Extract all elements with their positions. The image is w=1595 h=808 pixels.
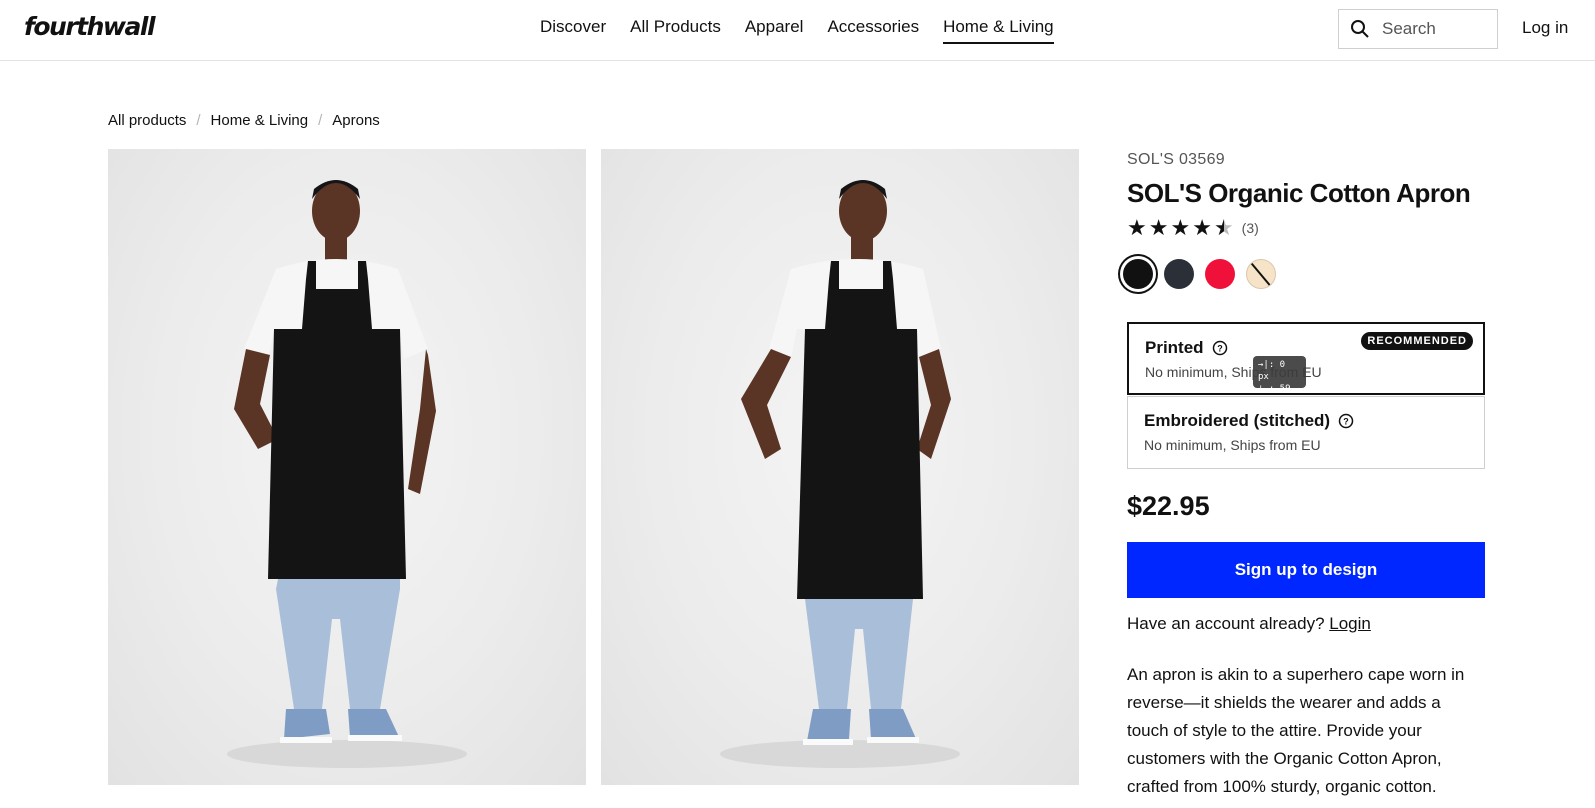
swatch-red[interactable] — [1205, 259, 1235, 289]
apron-model-illustration — [227, 180, 467, 768]
nav-accessories[interactable]: Accessories — [827, 17, 919, 44]
site-header: fourthwall Discover All Products Apparel… — [0, 0, 1595, 61]
breadcrumb-separator: / — [196, 112, 201, 129]
star-full-icon: ★ — [1170, 215, 1191, 240]
account-prompt: Have an account already? Login — [1127, 614, 1371, 633]
product-description: An apron is akin to a superhero cape wor… — [1127, 665, 1465, 796]
help-circle-icon[interactable]: ? — [1338, 413, 1354, 429]
sign-up-to-design-button[interactable]: Sign up to design — [1127, 542, 1485, 598]
measurement-tooltip: →|: 0 px ⊥ : 59 px — [1253, 356, 1306, 406]
breadcrumb-home-living[interactable]: Home & Living — [211, 112, 309, 129]
breadcrumb-all-products[interactable]: All products — [108, 112, 186, 129]
rating-count[interactable]: (3) — [1242, 220, 1259, 236]
product-rating[interactable]: ★ ★ ★ ★ ★ (3) — [1127, 217, 1259, 239]
star-full-icon: ★ — [1148, 215, 1169, 240]
apron-model-illustration — [720, 180, 960, 768]
nav-apparel[interactable]: Apparel — [745, 17, 804, 44]
option-label: Printed ? — [1145, 338, 1228, 358]
breadcrumb-separator: / — [318, 112, 323, 129]
tooltip-line: →|: 0 px — [1258, 360, 1286, 382]
star-full-icon: ★ — [1127, 215, 1147, 240]
product-image-front[interactable] — [108, 149, 586, 785]
nav-discover[interactable]: Discover — [540, 17, 606, 44]
product-image-side[interactable] — [601, 149, 1079, 785]
svg-text:?: ? — [1217, 344, 1223, 354]
fourthwall-logo[interactable]: fourthwall — [24, 12, 156, 41]
nav-all-products[interactable]: All Products — [630, 17, 721, 44]
help-circle-icon[interactable]: ? — [1212, 340, 1228, 356]
product-sku: SOL'S 03569 — [1127, 151, 1225, 168]
option-label: Embroidered (stitched) ? — [1144, 411, 1354, 431]
svg-text:?: ? — [1343, 417, 1349, 427]
search-icon — [1351, 20, 1369, 38]
option-description: No minimum, Ships from EU — [1144, 437, 1321, 453]
search-input[interactable] — [1382, 19, 1492, 39]
swatch-navy[interactable] — [1164, 259, 1194, 289]
login-link-inline[interactable]: Login — [1329, 614, 1371, 633]
search-box[interactable] — [1338, 9, 1498, 49]
swatch-natural-unavailable[interactable] — [1246, 259, 1276, 289]
star-full-icon: ★ — [1192, 215, 1212, 240]
swatch-black[interactable] — [1123, 259, 1153, 289]
product-title: SOL'S Organic Cotton Apron — [1127, 178, 1471, 208]
option-embroidered[interactable]: Embroidered (stitched) ? No minimum, Shi… — [1127, 396, 1485, 469]
breadcrumb-aprons: Aprons — [332, 112, 380, 129]
product-price: $22.95 — [1127, 491, 1210, 521]
color-swatches — [1123, 259, 1276, 289]
breadcrumb: All products / Home & Living / Aprons — [108, 112, 380, 129]
main-nav: Discover All Products Apparel Accessorie… — [540, 17, 1054, 44]
option-printed[interactable]: Printed ? No minimum, Ships from EU RECO… — [1127, 322, 1485, 395]
tooltip-line: ⊥ : 59 px — [1258, 384, 1291, 406]
star-half-icon: ★ — [1213, 215, 1234, 240]
nav-home-living[interactable]: Home & Living — [943, 17, 1054, 44]
recommended-badge: RECOMMENDED — [1361, 332, 1473, 350]
login-link[interactable]: Log in — [1522, 18, 1568, 38]
